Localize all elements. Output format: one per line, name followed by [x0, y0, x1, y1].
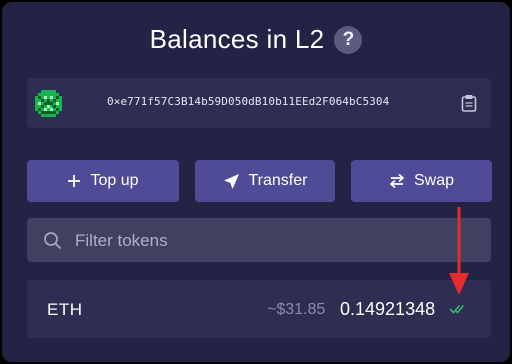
- account-address-bar: 0×e771f57C3B14b59D050dB10b11EEd2F064bC53…: [27, 78, 491, 128]
- identicon-avatar: [35, 90, 62, 117]
- token-symbol: ETH: [47, 300, 83, 319]
- annotation-arrow-icon: [449, 207, 469, 295]
- balances-panel: Balances in L2 ? 0×e771f57C3B14b59D050dB…: [0, 0, 512, 364]
- search-icon: [44, 232, 62, 250]
- token-row-eth[interactable]: ETH ~$31.85 0.14921348: [27, 280, 491, 338]
- transfer-button[interactable]: Transfer: [195, 160, 335, 202]
- page-title: Balances in L2: [149, 24, 325, 54]
- swap-label: Swap: [413, 172, 455, 189]
- action-buttons: Top up Transfer Swap: [27, 160, 492, 202]
- filter-tokens-field: [27, 218, 491, 264]
- filter-tokens-input[interactable]: [73, 218, 477, 264]
- token-amount: 0.14921348: [340, 299, 436, 319]
- wallet-address: 0×e771f57C3B14b59D050dB10b11EEd2F064bC53…: [107, 95, 390, 108]
- top-up-button[interactable]: Top up: [27, 160, 179, 202]
- send-arrow-icon: [223, 173, 239, 189]
- transfer-label: Transfer: [248, 172, 308, 189]
- header: Balances in L2 ?: [2, 24, 510, 55]
- question-mark-icon[interactable]: ?: [334, 25, 363, 54]
- double-check-icon: [449, 305, 465, 314]
- swap-button[interactable]: Swap: [351, 160, 492, 202]
- top-up-label: Top up: [90, 172, 139, 189]
- swap-arrows-icon: [389, 173, 405, 189]
- token-usd-value: ~$31.85: [267, 301, 326, 318]
- clipboard-icon[interactable]: [461, 94, 477, 112]
- plus-icon: [68, 175, 81, 187]
